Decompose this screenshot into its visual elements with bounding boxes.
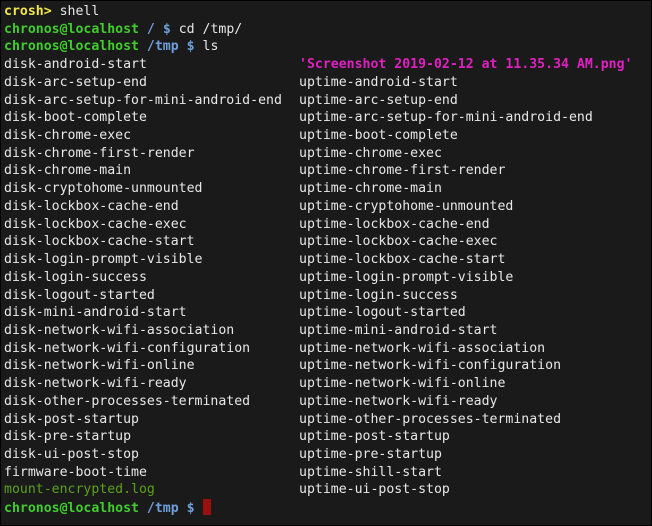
file-entry: uptime-network-wifi-ready: [299, 393, 498, 409]
command-text: cd /tmp/: [170, 21, 243, 37]
file-entry: disk-chrome-first-render: [4, 145, 195, 161]
ls-row: firmware-boot-time uptime-shill-start: [4, 464, 442, 482]
file-entry: disk-boot-complete: [4, 110, 147, 126]
file-entry: disk-post-startup: [4, 411, 139, 427]
ls-row: disk-network-wifi-ready uptime-network-wi…: [4, 375, 505, 393]
file-entry: disk-lockbox-cache-start: [4, 234, 195, 250]
ls-row: disk-chrome-exec uptime-boot-complete: [4, 127, 458, 145]
file-entry: 'Screenshot 2019-02-12 at 11.35.34 AM.pn…: [299, 57, 633, 73]
prompt-path: /tmp: [138, 501, 179, 517]
file-entry: firmware-boot-time: [4, 464, 147, 480]
ls-row: disk-arc-setup-end uptime-android-start: [4, 74, 458, 92]
file-entry: disk-login-success: [4, 269, 147, 285]
user-host: chronos@localhost: [4, 39, 139, 55]
prompt-path: /: [138, 21, 155, 37]
ls-output: disk-android-start 'Screenshot 2019-02-12…: [4, 56, 632, 499]
file-entry: uptime-lockbox-cache-start: [299, 252, 506, 268]
file-entry: disk-network-wifi-configuration: [4, 340, 251, 356]
file-entry: disk-logout-started: [4, 287, 155, 303]
terminal-output: crosh> shell chronos@localhost / $ cd /t…: [4, 3, 632, 517]
file-entry: uptime-network-wifi-online: [299, 376, 506, 392]
file-entry: uptime-login-prompt-visible: [299, 269, 514, 285]
file-entry: uptime-cryptohome-unmounted: [299, 198, 514, 214]
file-entry: disk-other-processes-terminated: [4, 393, 251, 409]
file-entry: disk-ui-post-stop: [4, 446, 139, 462]
prompt-line: chronos@localhost /tmp $ ls: [4, 38, 282, 56]
ls-row: disk-cryptohome-unmounted uptime-chrome-m…: [4, 180, 442, 198]
prompt-symbol: $: [178, 501, 195, 517]
file-entry: uptime-ui-post-stop: [299, 482, 450, 498]
prompt-path: /tmp: [138, 39, 179, 55]
file-entry: uptime-pre-startup: [299, 446, 442, 462]
text-cursor: [202, 499, 211, 516]
file-entry: disk-chrome-main: [4, 163, 132, 179]
ls-row: disk-lockbox-cache-exec uptime-lockbox-ca…: [4, 216, 490, 234]
file-entry: uptime-android-start: [299, 74, 458, 90]
ls-row: disk-pre-startup uptime-post-startup: [4, 428, 450, 446]
ls-row: disk-chrome-first-render uptime-chrome-ex…: [4, 145, 442, 163]
ls-row: disk-chrome-main uptime-chrome-first-rend…: [4, 162, 505, 180]
file-entry: disk-android-start: [4, 57, 147, 73]
file-entry: uptime-chrome-first-render: [299, 163, 506, 179]
file-entry: disk-network-wifi-ready: [4, 376, 187, 392]
file-entry: uptime-network-wifi-association: [299, 340, 546, 356]
file-entry: disk-mini-android-start: [4, 305, 187, 321]
ls-row: disk-network-wifi-association uptime-mini…: [4, 322, 498, 340]
file-entry: uptime-shill-start: [299, 464, 442, 480]
file-entry: uptime-chrome-exec: [299, 145, 442, 161]
file-entry: uptime-arc-setup-end: [299, 92, 458, 108]
file-entry: uptime-boot-complete: [299, 128, 458, 144]
ls-row: disk-network-wifi-configuration uptime-ne…: [4, 340, 545, 358]
ls-row: disk-lockbox-cache-start uptime-lockbox-c…: [4, 233, 498, 251]
file-entry: uptime-logout-started: [299, 305, 466, 321]
ls-row: disk-post-startup uptime-other-processes-…: [4, 411, 561, 429]
crosh-prompt: crosh>: [4, 4, 52, 19]
file-entry: uptime-mini-android-start: [299, 322, 498, 338]
terminal-window[interactable]: crosh> shell chronos@localhost / $ cd /t…: [0, 0, 652, 526]
ls-row: disk-other-processes-terminated uptime-ne…: [4, 393, 498, 411]
file-entry: disk-login-prompt-visible: [4, 252, 203, 268]
prompt-symbol: $: [178, 39, 195, 55]
file-entry: uptime-chrome-main: [299, 181, 442, 197]
active-prompt-line[interactable]: chronos@localhost /tmp $: [4, 499, 282, 517]
command-text: ls: [194, 39, 219, 55]
ls-row: disk-network-wifi-online uptime-network-w…: [4, 357, 561, 375]
ls-row: disk-android-start 'Screenshot 2019-02-12…: [4, 56, 632, 74]
file-entry: disk-chrome-exec: [4, 128, 132, 144]
ls-row: disk-login-success uptime-login-prompt-vi…: [4, 269, 513, 287]
file-entry: uptime-network-wifi-configuration: [299, 358, 562, 374]
file-entry: uptime-login-success: [299, 287, 458, 303]
file-entry: uptime-arc-setup-for-mini-android-end: [299, 110, 593, 126]
user-host: chronos@localhost: [4, 501, 139, 517]
ls-row: disk-logout-started uptime-login-success: [4, 287, 458, 305]
ls-row: disk-ui-post-stop uptime-pre-startup: [4, 446, 442, 464]
file-entry: mount-encrypted.log: [4, 482, 155, 498]
file-entry: disk-lockbox-cache-exec: [4, 216, 187, 232]
file-entry: disk-lockbox-cache-end: [4, 198, 179, 214]
ls-row: disk-mini-android-start uptime-logout-sta…: [4, 304, 466, 322]
command-input[interactable]: [195, 501, 203, 516]
file-entry: disk-network-wifi-association: [4, 322, 235, 338]
prompt-symbol: $: [154, 21, 171, 37]
file-entry: uptime-lockbox-cache-end: [299, 216, 490, 232]
prompt-line: chronos@localhost / $ cd /tmp/: [4, 21, 282, 39]
file-entry: disk-arc-setup-end: [4, 74, 147, 90]
file-entry: uptime-lockbox-cache-exec: [299, 234, 498, 250]
file-entry: disk-cryptohome-unmounted: [4, 181, 203, 197]
file-entry: uptime-other-processes-terminated: [299, 411, 562, 427]
user-host: chronos@localhost: [4, 21, 139, 37]
file-entry: uptime-post-startup: [299, 429, 450, 445]
ls-row: disk-login-prompt-visible uptime-lockbox-…: [4, 251, 505, 269]
command-text: shell: [51, 4, 100, 19]
ls-row: disk-lockbox-cache-end uptime-cryptohome-…: [4, 198, 513, 216]
crosh-line: crosh> shell: [4, 3, 282, 21]
ls-row: disk-arc-setup-for-mini-android-end uptim…: [4, 92, 458, 110]
file-entry: disk-arc-setup-for-mini-android-end: [4, 92, 282, 108]
file-entry: disk-pre-startup: [4, 429, 132, 445]
file-entry: disk-network-wifi-online: [4, 358, 195, 374]
ls-row: mount-encrypted.log uptime-ui-post-stop: [4, 481, 450, 499]
ls-row: disk-boot-complete uptime-arc-setup-for-m…: [4, 109, 593, 127]
